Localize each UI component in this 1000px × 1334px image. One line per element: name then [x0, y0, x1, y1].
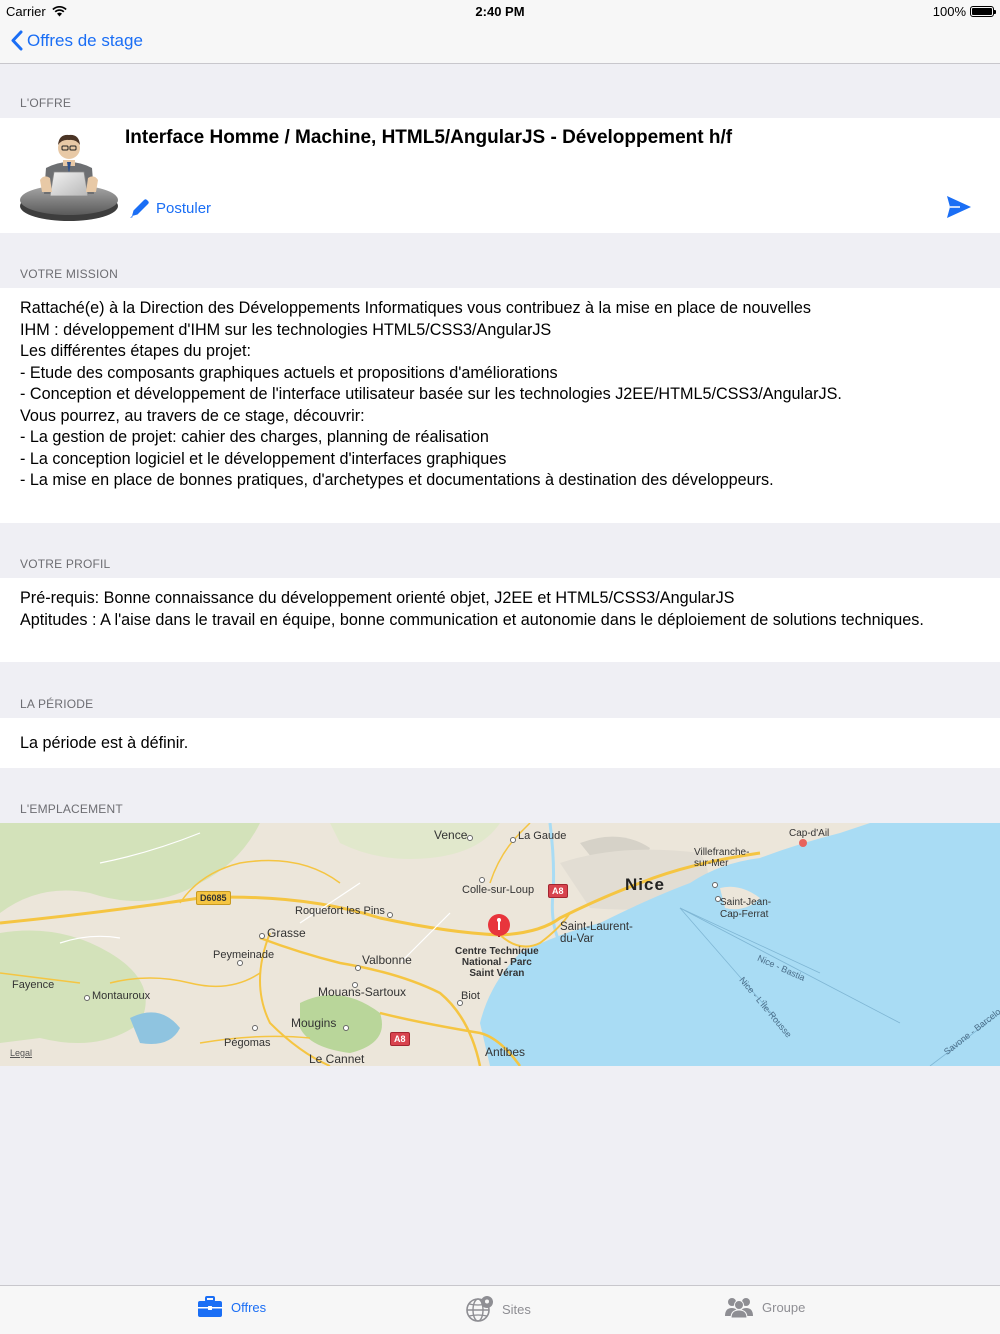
briefcase-icon	[198, 1296, 222, 1317]
map-place-antibes: Antibes	[485, 1045, 526, 1059]
map-place-nice: Nice	[625, 875, 665, 894]
back-button-label: Offres de stage	[27, 30, 143, 50]
back-button[interactable]: Offres de stage	[10, 30, 143, 51]
profile-cell: Pré-requis: Bonne connaissance du dévelo…	[0, 578, 1000, 662]
mission-cell: Rattaché(e) à la Direction des Développe…	[0, 288, 1000, 523]
apply-button[interactable]: Postuler	[128, 196, 211, 220]
period-text: La période est à définir.	[20, 734, 189, 752]
tab-offres-label: Offres	[231, 1299, 267, 1315]
map-pin-label: Centre Technique National - Parc Saint V…	[455, 946, 539, 979]
pen-icon	[130, 199, 149, 218]
road-shield-a8-east: A8	[548, 884, 568, 898]
tab-groupe[interactable]: Groupe	[724, 1296, 805, 1318]
map-place-peymeinade: Peymeinade	[213, 949, 275, 961]
map-legal-link[interactable]: Legal	[10, 1048, 32, 1058]
map-place-cap-dail: Cap-d'Ail	[789, 828, 830, 839]
section-header-profile: VOTRE PROFIL	[20, 557, 111, 571]
map-place-roquefort: Roquefort les Pins	[295, 905, 385, 917]
period-cell: La période est à définir.	[0, 718, 1000, 768]
map-place-villefranche: Villefranche- sur-Mer	[694, 847, 750, 869]
tab-sites[interactable]: Sites	[466, 1296, 531, 1322]
map-place-montauroux: Montauroux	[92, 990, 151, 1002]
tab-offres[interactable]: Offres	[197, 1296, 266, 1318]
section-header-location: L'EMPLACEMENT	[20, 802, 123, 816]
status-time: 2:40 PM	[475, 4, 525, 19]
battery-icon	[970, 6, 996, 17]
map-place-mouans: Mouans-Sartoux	[318, 985, 407, 999]
map-place-colle: Colle-sur-Loup	[462, 884, 535, 896]
battery-percent: 100%	[932, 4, 966, 19]
profile-text: Pré-requis: Bonne connaissance du dévelo…	[20, 589, 924, 629]
status-bar: Carrier 2:40 PM 100%	[0, 0, 1000, 22]
map-place-biot: Biot	[461, 990, 480, 1002]
map-place-le-cannet: Le Cannet	[309, 1052, 365, 1066]
location-map[interactable]: Vence La Gaude Cap-d'Ail Villefranche- s…	[0, 823, 1000, 1066]
section-header-offer: L'OFFRE	[20, 96, 72, 110]
map-place-la-gaude: La Gaude	[518, 830, 567, 842]
map-place-fayence: Fayence	[12, 979, 55, 991]
map-place-saint-laurent: Saint-Laurent- du-Var	[560, 921, 633, 945]
tab-bar: Offres Sites Groupe	[0, 1285, 1000, 1334]
section-header-period: LA PÉRIODE	[20, 697, 94, 711]
tab-groupe-label: Groupe	[762, 1299, 806, 1315]
map-place-pegomas: Pégomas	[224, 1037, 271, 1049]
navigation-bar: Offres de stage	[0, 22, 1000, 64]
chevron-left-icon	[11, 30, 23, 51]
tab-sites-label: Sites	[502, 1301, 531, 1317]
globe-icon	[466, 1296, 493, 1322]
mission-text: Rattaché(e) à la Direction des Développe…	[20, 299, 842, 489]
apply-button-label: Postuler	[156, 199, 212, 217]
map-place-vence: Vence	[434, 828, 468, 842]
road-shield-a8-west: A8	[390, 1032, 410, 1046]
section-header-mission: VOTRE MISSION	[20, 267, 118, 281]
battery-info: 100%	[932, 4, 996, 19]
send-arrow-icon	[947, 196, 971, 218]
road-shield-d6085: D6085	[196, 891, 231, 905]
map-canvas	[0, 823, 1000, 1066]
offer-cell: Interface Homme / Machine, HTML5/Angular…	[0, 118, 1000, 233]
group-icon	[725, 1298, 753, 1318]
map-place-saint-jean: Saint-Jean- Cap-Ferrat	[720, 897, 772, 920]
office-worker-avatar-icon	[20, 134, 118, 221]
send-button[interactable]	[946, 195, 972, 224]
map-place-grasse: Grasse	[267, 926, 306, 940]
map-place-valbonne: Valbonne	[362, 953, 412, 967]
map-place-mougins: Mougins	[291, 1016, 337, 1030]
offer-title: Interface Homme / Machine, HTML5/Angular…	[125, 127, 733, 148]
